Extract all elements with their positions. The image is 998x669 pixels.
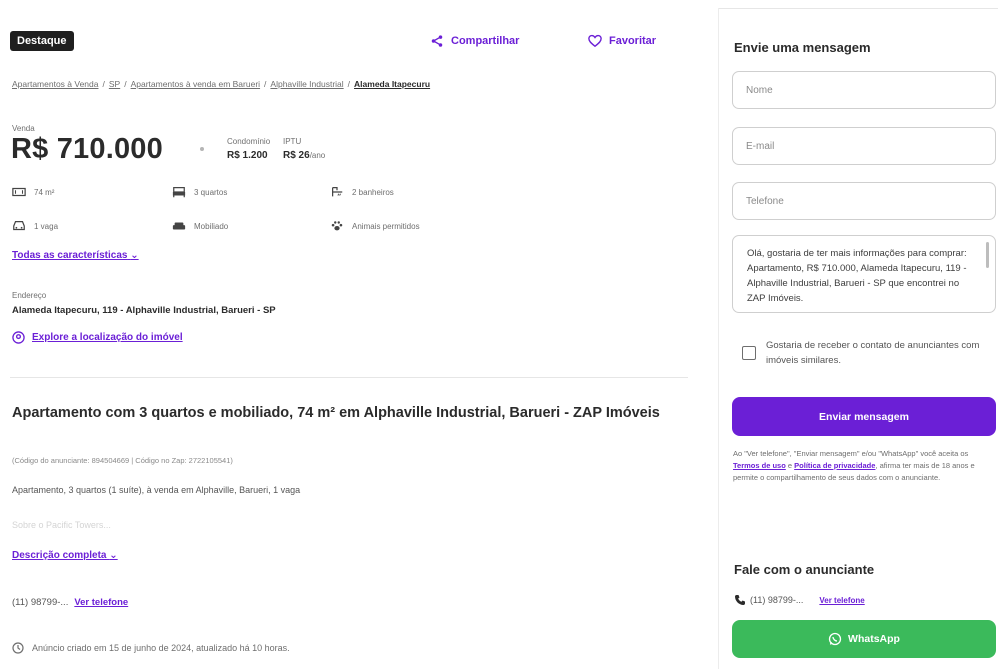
checkbox-label: Gostaria de receber o contato de anuncia…: [766, 340, 980, 366]
feature-label: Mobiliado: [194, 221, 229, 231]
explore-label: Explore a localização do imóvel: [32, 332, 183, 343]
listing-codes: (Código do anunciante: 894504669 | Códig…: [12, 456, 233, 465]
condo-fee: Condomínio R$ 1.200: [227, 137, 270, 161]
area-icon: [12, 187, 26, 197]
send-message-button[interactable]: Enviar mensagem: [732, 397, 996, 436]
feature-parking: 1 vaga: [12, 220, 58, 232]
advertiser-see-phone-link[interactable]: Ver telefone: [819, 596, 864, 605]
share-icon: [431, 35, 443, 47]
bath-icon: [332, 187, 343, 197]
sofa-icon: [172, 222, 186, 230]
share-button[interactable]: Compartilhar: [430, 34, 519, 48]
advertiser-title: Fale com o anunciante: [734, 562, 875, 577]
terms-link[interactable]: Termos de uso: [733, 461, 786, 470]
all-characteristics-link[interactable]: Todas as características ⌄: [12, 250, 139, 261]
all-characteristics-label: Todas as características: [12, 250, 128, 261]
similar-contact-checkbox[interactable]: [742, 346, 756, 360]
advertiser-phone-number: (11) 98799-...: [750, 595, 804, 605]
name-field[interactable]: [732, 71, 996, 109]
legal-text: e: [787, 461, 793, 470]
feature-label: Animais permitidos: [352, 221, 420, 231]
advertiser-phone: (11) 98799-... Ver telefone: [734, 594, 865, 606]
breadcrumb-item[interactable]: Alphaville Industrial: [270, 79, 343, 89]
share-label: Compartilhar: [451, 35, 520, 47]
bed-icon: [172, 187, 186, 198]
panel-border: [718, 8, 719, 669]
short-description: Apartamento, 3 quartos (1 suíte), à vend…: [12, 485, 301, 495]
whatsapp-icon: [828, 632, 842, 646]
feature-label: 74 m²: [34, 187, 55, 197]
phone-field[interactable]: [732, 182, 996, 220]
full-description-link[interactable]: Descrição completa ⌄: [12, 550, 118, 561]
message-text: Olá, gostaria de ter mais informações pa…: [747, 248, 967, 304]
address-value: Alameda Itapecuru, 119 - Alphaville Indu…: [12, 305, 276, 316]
legal-text: Ao "Ver telefone", "Enviar mensagem" e/o…: [733, 449, 969, 458]
textarea-scrollbar[interactable]: [986, 242, 989, 268]
listing-main: Destaque Compartilhar Favoritar Apartame…: [0, 0, 700, 669]
feature-label: 2 banheiros: [352, 187, 394, 197]
whatsapp-label: WhatsApp: [848, 633, 900, 645]
faded-description: Sobre o Pacific Towers...: [12, 520, 111, 530]
feature-bathrooms: 2 banheiros: [330, 186, 394, 198]
similar-contact-option: Gostaria de receber o contato de anuncia…: [742, 338, 981, 368]
email-field[interactable]: [732, 127, 996, 165]
contact-panel: Envie uma mensagem Olá, gostaria de ter …: [718, 0, 998, 669]
favorite-label: Favoritar: [609, 35, 657, 47]
privacy-link[interactable]: Política de privacidade: [794, 461, 875, 470]
price: R$ 710.000: [11, 133, 163, 165]
iptu-value: R$ 26: [283, 150, 310, 161]
location-pin-icon: [12, 331, 25, 344]
address-label: Endereço: [12, 291, 47, 300]
favorite-button[interactable]: Favoritar: [588, 34, 656, 48]
created-text: Anúncio criado em 15 de junho de 2024, a…: [32, 643, 290, 653]
listing-phone: (11) 98799-... Ver telefone: [12, 597, 128, 608]
phone-number: (11) 98799-...: [12, 597, 69, 608]
heart-icon: [588, 34, 602, 48]
price-separator: [200, 147, 204, 151]
full-description-label: Descrição completa: [12, 550, 107, 561]
paw-icon: [331, 221, 343, 231]
clock-icon: [12, 642, 24, 654]
breadcrumb: Apartamentos à Venda / SP / Apartamentos à v…: [12, 79, 431, 89]
see-phone-link[interactable]: Ver telefone: [74, 597, 128, 608]
breadcrumb-current: Alameda Itapecuru: [354, 79, 431, 89]
listing-title: Apartamento com 3 quartos e mobiliado, 7…: [12, 405, 660, 421]
feature-pets: Animais permitidos: [330, 220, 420, 232]
contact-form-title: Envie uma mensagem: [734, 40, 871, 55]
sale-label: Venda: [12, 124, 35, 133]
message-textarea[interactable]: Olá, gostaria de ter mais informações pa…: [732, 235, 996, 313]
condo-value: R$ 1.200: [227, 150, 268, 161]
feature-label: 1 vaga: [34, 221, 59, 231]
chevron-down-icon: ⌄: [109, 550, 118, 561]
legal-notice: Ao "Ver telefone", "Enviar mensagem" e/o…: [733, 448, 995, 484]
divider: [10, 377, 688, 378]
feature-bedrooms: 3 quartos: [172, 186, 227, 198]
breadcrumb-item[interactable]: SP: [109, 79, 120, 89]
created-info: Anúncio criado em 15 de junho de 2024, a…: [12, 642, 290, 654]
feature-area: 74 m²: [12, 186, 54, 198]
feature-label: 3 quartos: [194, 187, 228, 197]
condo-label: Condomínio: [227, 137, 271, 146]
iptu-period: /ano: [309, 151, 326, 160]
iptu-label: IPTU: [283, 137, 302, 146]
highlight-badge: Destaque: [10, 31, 74, 51]
breadcrumb-item[interactable]: Apartamentos à Venda: [12, 79, 98, 89]
chevron-down-icon: ⌄: [130, 250, 139, 261]
explore-location-link[interactable]: Explore a localização do imóvel: [12, 331, 183, 344]
phone-icon: [735, 595, 745, 605]
feature-furnished: Mobiliado: [172, 220, 228, 232]
whatsapp-button[interactable]: WhatsApp: [732, 620, 996, 658]
car-icon: [13, 221, 25, 231]
iptu-fee: IPTU R$ 26/ano: [283, 137, 325, 161]
breadcrumb-item[interactable]: Apartamentos à venda em Barueri: [131, 79, 260, 89]
panel-border: [718, 8, 998, 9]
